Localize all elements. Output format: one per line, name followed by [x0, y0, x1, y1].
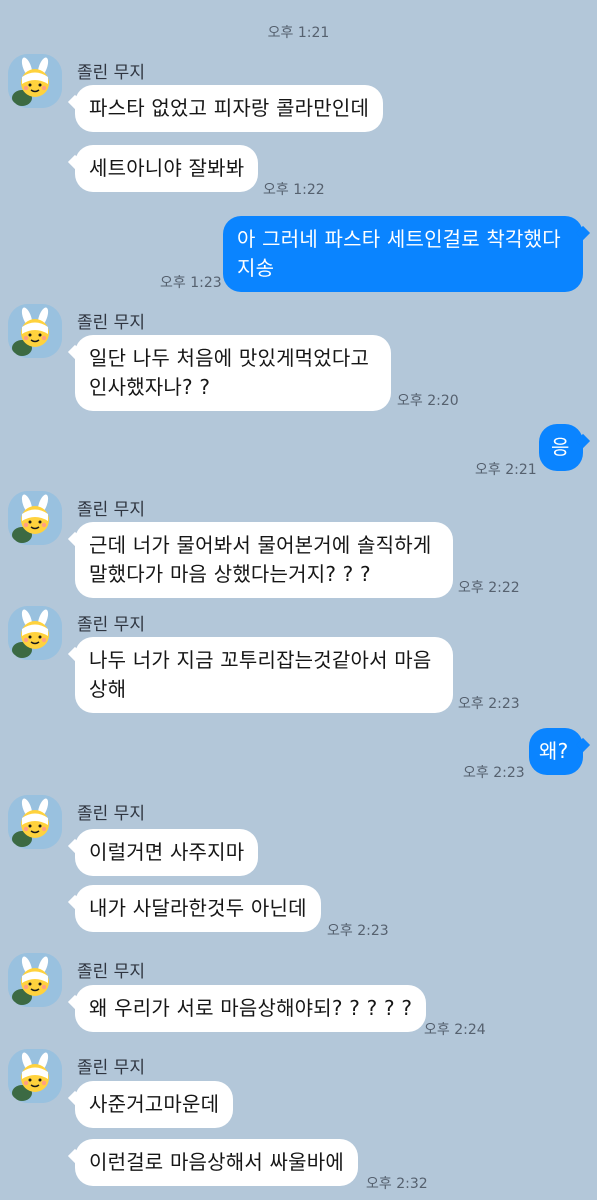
message-text: 파스타 없었고 피자랑 콜라만인데 [89, 96, 370, 120]
message-text: 이럴거면 사주지마 [89, 840, 245, 864]
incoming-message-bubble[interactable]: 세트아니야 잘봐봐 [75, 145, 259, 192]
message-text: 내가 사달라한것두 아닌데 [89, 896, 307, 920]
message-text: 세트아니야 잘봐봐 [89, 156, 245, 180]
avatar-icon[interactable] [8, 491, 62, 545]
muzi-bunny-avatar-icon [8, 1049, 62, 1103]
message-time: 오후 2:32 [366, 1176, 428, 1192]
sender-name: 졸린 무지 [77, 962, 145, 982]
message-time: 오후 2:23 [327, 923, 389, 939]
message-time: 오후 2:24 [424, 1022, 486, 1038]
message-time: 오후 2:20 [397, 393, 459, 409]
avatar-icon[interactable] [8, 1049, 62, 1103]
muzi-bunny-avatar-icon [8, 491, 62, 545]
message-text: 응 [551, 435, 570, 459]
avatar-icon[interactable] [8, 606, 62, 660]
message-time: 오후 2:23 [458, 696, 520, 712]
muzi-bunny-avatar-icon [8, 304, 62, 358]
incoming-message-bubble[interactable]: 내가 사달라한것두 아닌데 [75, 885, 321, 932]
outgoing-message-bubble[interactable]: 왜? [529, 728, 583, 775]
avatar-icon[interactable] [8, 953, 62, 1007]
muzi-bunny-avatar-icon [8, 54, 62, 108]
incoming-message-bubble[interactable]: 이런걸로 마음상해서 싸울바에 [75, 1139, 358, 1186]
message-time: 오후 2:22 [458, 580, 520, 596]
message-text-line: 지송 [237, 256, 275, 280]
sender-name: 졸린 무지 [77, 500, 145, 520]
incoming-message-bubble[interactable]: 근데 너가 물어봐서 물어본거에 솔직하게 말했다가 마음 상했다는거지? ? … [75, 522, 453, 598]
message-text-line: 일단 나두 처음에 맛있게먹었다고 [89, 346, 370, 370]
message-text: 사준거고마운데 [89, 1092, 220, 1116]
message-text-line: 상해 [89, 677, 127, 701]
incoming-message-bubble[interactable]: 일단 나두 처음에 맛있게먹었다고 인사했자나? ? [75, 335, 391, 411]
message-text-line: 아 그러네 파스타 세트인걸로 착각했다 [237, 227, 561, 251]
message-text: 왜? [539, 739, 569, 763]
message-text: 이런걸로 마음상해서 싸울바에 [89, 1150, 344, 1174]
message-text-line: 근데 너가 물어봐서 물어본거에 솔직하게 [89, 533, 432, 557]
message-time: 오후 1:23 [160, 275, 222, 291]
message-text-line: 말했다가 마음 상했다는거지? ? ? [89, 562, 371, 586]
outgoing-message-bubble[interactable]: 응 [539, 424, 583, 471]
incoming-message-bubble[interactable]: 파스타 없었고 피자랑 콜라만인데 [75, 85, 384, 132]
sender-name: 졸린 무지 [77, 804, 145, 824]
sender-name: 졸린 무지 [77, 1058, 145, 1078]
incoming-message-bubble[interactable]: 사준거고마운데 [75, 1081, 234, 1128]
message-time: 오후 2:21 [475, 462, 537, 478]
sender-name: 졸린 무지 [77, 615, 145, 635]
muzi-bunny-avatar-icon [8, 953, 62, 1007]
avatar-icon[interactable] [8, 54, 62, 108]
muzi-bunny-avatar-icon [8, 606, 62, 660]
message-text-line: 나두 너가 지금 꼬투리잡는것같아서 마음 [89, 648, 432, 672]
message-text: 왜 우리가 서로 마음상해야되? ? ? ? ? [89, 996, 413, 1020]
avatar-icon[interactable] [8, 795, 62, 849]
outgoing-message-bubble[interactable]: 아 그러네 파스타 세트인걸로 착각했다 지송 [223, 216, 583, 292]
incoming-message-bubble[interactable]: 나두 너가 지금 꼬투리잡는것같아서 마음 상해 [75, 637, 453, 713]
muzi-bunny-avatar-icon [8, 795, 62, 849]
sender-name: 졸린 무지 [77, 313, 145, 333]
message-time: 오후 1:22 [263, 182, 325, 198]
incoming-message-bubble[interactable]: 이럴거면 사주지마 [75, 829, 259, 876]
avatar-icon[interactable] [8, 304, 62, 358]
incoming-message-bubble[interactable]: 왜 우리가 서로 마음상해야되? ? ? ? ? [75, 985, 427, 1032]
message-text-line: 인사했자나? ? [89, 375, 211, 399]
chat-screen: 오후 1:21 졸린 무지 파스타 없었고 피자랑 콜라만인데 세트아니야 잘봐… [0, 0, 597, 1200]
sender-name: 졸린 무지 [77, 63, 145, 83]
message-time: 오후 2:23 [463, 765, 525, 781]
date-time-separator: 오후 1:21 [267, 25, 330, 41]
